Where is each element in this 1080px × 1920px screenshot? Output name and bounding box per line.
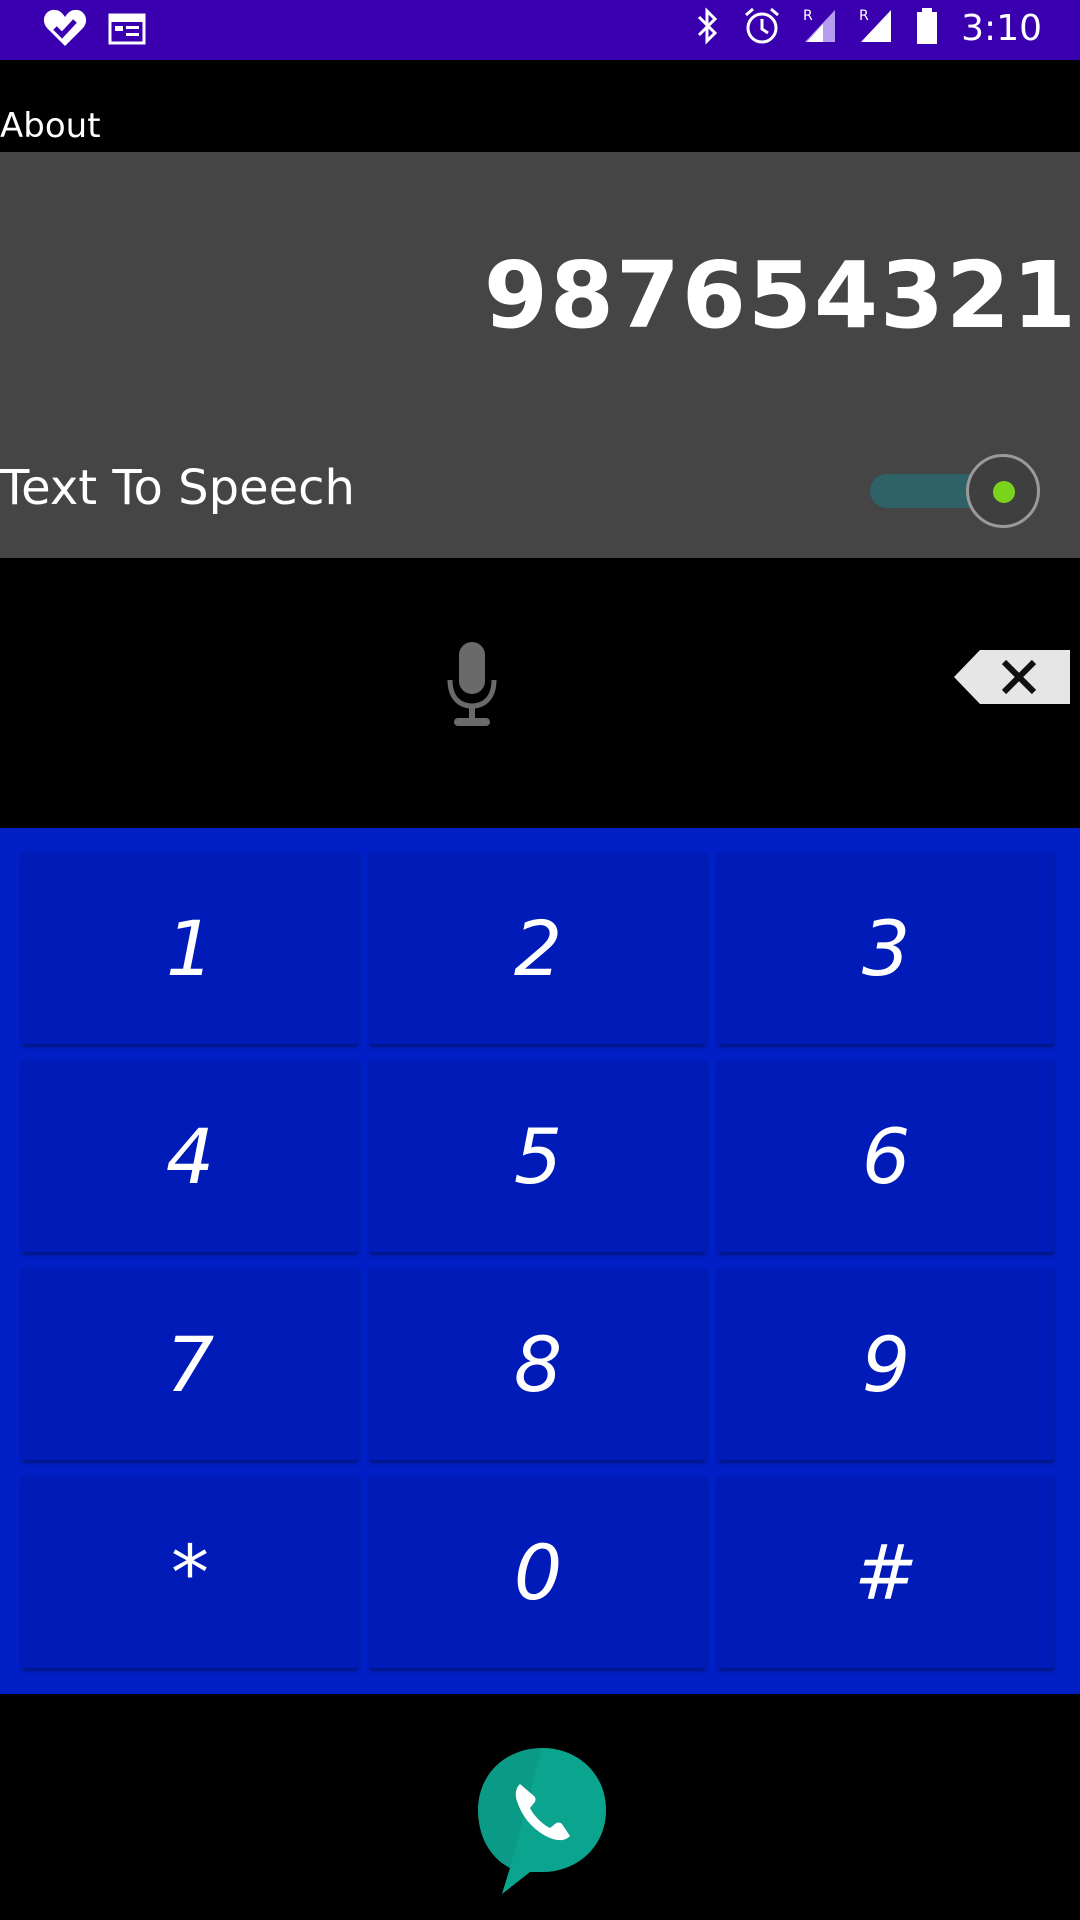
dial-keypad: 1 2 3 4 5 6 7 8 9 * 0 #: [0, 828, 1080, 1694]
key-1[interactable]: 1: [22, 852, 358, 1044]
phone-call-icon: [472, 1748, 612, 1904]
key-9[interactable]: 9: [718, 1268, 1054, 1460]
key-5[interactable]: 5: [370, 1060, 706, 1252]
call-button[interactable]: [472, 1744, 612, 1900]
about-link[interactable]: About: [0, 106, 101, 146]
toggle-indicator: [993, 481, 1015, 503]
heart-check-icon: [42, 8, 88, 52]
text-to-speech-toggle[interactable]: [868, 450, 1048, 530]
status-time: 3:10: [961, 7, 1042, 49]
status-right-icons: R R 3:10: [695, 6, 1042, 50]
phone-number-display: 987654321: [483, 242, 1078, 349]
battery-icon: [915, 6, 939, 50]
key-7[interactable]: 7: [22, 1268, 358, 1460]
bluetooth-icon: [695, 6, 721, 50]
voice-input-row: [0, 558, 1080, 828]
svg-text:R: R: [803, 8, 813, 24]
key-6[interactable]: 6: [718, 1060, 1054, 1252]
backspace-icon[interactable]: [954, 648, 1072, 706]
key-8[interactable]: 8: [370, 1268, 706, 1460]
signal-r-icon: R: [803, 6, 837, 50]
microphone-icon[interactable]: [444, 640, 500, 730]
signal-r-icon: R: [859, 6, 893, 50]
svg-text:R: R: [859, 8, 869, 24]
number-display-panel: 987654321 Text To Speech: [0, 152, 1080, 558]
alarm-icon: [743, 6, 781, 50]
key-star[interactable]: *: [22, 1476, 358, 1668]
key-hash[interactable]: #: [718, 1476, 1054, 1668]
status-left-icons: [42, 8, 146, 52]
key-2[interactable]: 2: [370, 852, 706, 1044]
status-bar: R R 3:10: [0, 0, 1080, 60]
calendar-icon: [108, 11, 146, 49]
key-3[interactable]: 3: [718, 852, 1054, 1044]
key-4[interactable]: 4: [22, 1060, 358, 1252]
toggle-thumb: [966, 454, 1040, 528]
key-0[interactable]: 0: [370, 1476, 706, 1668]
text-to-speech-label: Text To Speech: [0, 460, 355, 516]
